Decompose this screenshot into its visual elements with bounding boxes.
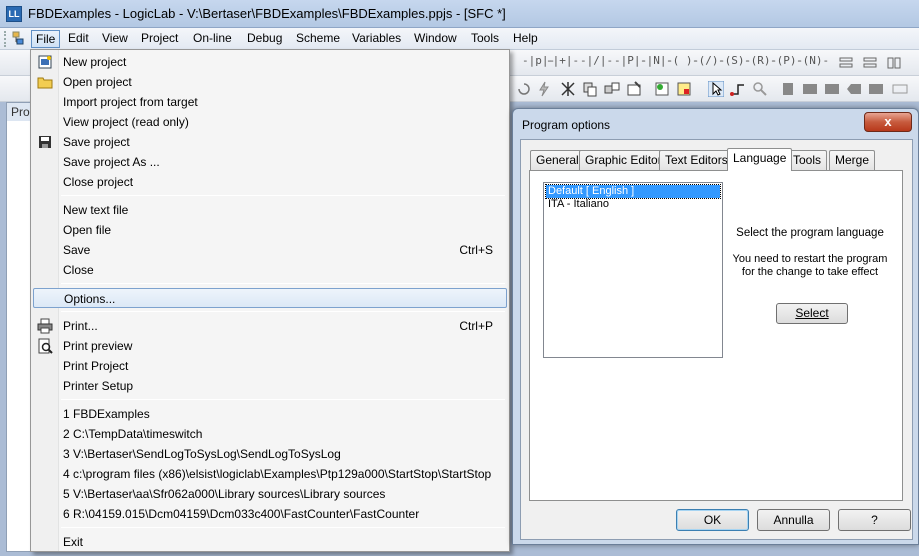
menu-item-save-project[interactable]: Save project xyxy=(33,132,507,152)
ok-button[interactable]: OK xyxy=(676,509,749,531)
menu-separator xyxy=(61,195,505,196)
menu-variables[interactable]: Variables xyxy=(348,30,405,48)
menu-bar: File Edit View Project On-line Debug Sch… xyxy=(0,28,919,50)
pointer-arrow-icon[interactable] xyxy=(708,81,724,97)
menu-item-close[interactable]: Close xyxy=(33,260,507,280)
menu-view[interactable]: View xyxy=(98,30,132,48)
menu-item-new-project[interactable]: New project xyxy=(33,52,507,72)
menu-item-printer-setup[interactable]: Printer Setup xyxy=(33,376,507,396)
menu-item-recent-2[interactable]: 2 C:\TempData\timeswitch xyxy=(33,424,507,444)
dialog-title: Program options xyxy=(522,118,611,132)
ladder-contact-icon[interactable]: -|+|- xyxy=(546,54,579,67)
block-red-icon[interactable] xyxy=(676,81,692,97)
layout-cols-icon[interactable] xyxy=(886,55,902,71)
program-options-dialog: Program options x General Graphic Editor… xyxy=(512,108,919,545)
save-shortcut: Ctrl+S xyxy=(459,243,493,257)
network-icon[interactable] xyxy=(560,81,576,97)
menu-online[interactable]: On-line xyxy=(189,30,236,48)
open-folder-icon xyxy=(37,77,53,89)
menu-item-open-file[interactable]: Open file xyxy=(33,220,507,240)
print-shortcut: Ctrl+P xyxy=(459,319,493,333)
menu-item-recent-3[interactable]: 3 V:\Bertaser\SendLogToSysLog\SendLogToS… xyxy=(33,444,507,464)
menu-help[interactable]: Help xyxy=(509,30,542,48)
cancel-button[interactable]: Annulla xyxy=(757,509,830,531)
lightning-icon[interactable] xyxy=(536,81,552,97)
app-icon: LL xyxy=(6,6,22,22)
tab-graphic-editor[interactable]: Graphic Editor xyxy=(579,150,668,170)
connect-wire-icon[interactable] xyxy=(730,81,746,97)
menu-item-options[interactable]: Options... xyxy=(33,288,507,308)
menu-item-recent-1[interactable]: 1 FBDExamples xyxy=(33,404,507,424)
menu-edit[interactable]: Edit xyxy=(64,30,93,48)
ladder-coil-neg-edge-icon[interactable]: -(N)- xyxy=(796,54,829,67)
tab-language[interactable]: Language xyxy=(727,148,793,171)
menu-file[interactable]: File xyxy=(31,30,61,48)
layout-icon[interactable] xyxy=(838,55,854,71)
select-button[interactable]: Select xyxy=(776,303,848,324)
save-icon xyxy=(39,136,51,148)
tab-merge[interactable]: Merge xyxy=(829,150,876,170)
tab-tools[interactable]: Tools xyxy=(787,150,828,170)
menu-scheme[interactable]: Scheme xyxy=(292,30,344,48)
variable-icon[interactable] xyxy=(802,81,818,97)
restart-note-line1: You need to restart the program xyxy=(732,253,888,265)
menu-separator xyxy=(61,311,505,312)
dialog-client: General Graphic Editor Text Editors Lang… xyxy=(520,139,913,540)
menu-separator xyxy=(61,283,505,284)
copy-block-icon[interactable] xyxy=(582,81,598,97)
menu-item-new-text-file[interactable]: New text file xyxy=(33,200,507,220)
help-button[interactable]: ? xyxy=(838,509,911,531)
zoom-icon[interactable] xyxy=(752,81,768,97)
block-gray-icon[interactable] xyxy=(780,81,796,97)
ladder-contact-neg-icon[interactable]: -|/|- xyxy=(580,54,613,67)
layout-rows-icon[interactable] xyxy=(862,55,878,71)
menu-item-save[interactable]: Save Ctrl+S xyxy=(33,240,507,260)
menu-item-import-project[interactable]: Import project from target xyxy=(33,92,507,112)
menubar-grip[interactable] xyxy=(4,31,7,47)
jump-icon[interactable] xyxy=(868,81,884,97)
menu-debug[interactable]: Debug xyxy=(243,30,286,48)
language-tab-page: Default [ English ] ITA - Italiano Selec… xyxy=(529,170,903,501)
language-option[interactable]: Default [ English ] xyxy=(545,184,721,199)
comment-icon[interactable] xyxy=(892,81,908,97)
menu-item-recent-4[interactable]: 4 c:\program files (x86)\elsist\logiclab… xyxy=(33,464,507,484)
menu-item-open-project[interactable]: Open project xyxy=(33,72,507,92)
language-option[interactable]: ITA - Italiano xyxy=(546,198,720,211)
menu-item-save-project-as[interactable]: Save project As ... xyxy=(33,152,507,172)
menu-item-print-project[interactable]: Print Project xyxy=(33,356,507,376)
language-listbox[interactable]: Default [ English ] ITA - Italiano xyxy=(543,182,723,358)
menu-window[interactable]: Window xyxy=(410,30,461,48)
new-project-icon xyxy=(38,55,52,69)
add-green-icon[interactable] xyxy=(654,81,670,97)
menu-separator xyxy=(61,399,505,400)
tab-text-editors[interactable]: Text Editors xyxy=(659,150,734,170)
menu-item-close-project[interactable]: Close project xyxy=(33,172,507,192)
file-menu: New project Open project Import project … xyxy=(30,49,510,552)
print-preview-icon xyxy=(38,338,53,354)
undo-arrow-icon[interactable] xyxy=(515,81,531,97)
menu-item-exit[interactable]: Exit xyxy=(33,532,507,552)
dialog-close-button[interactable]: x xyxy=(864,112,912,132)
menu-item-recent-6[interactable]: 6 R:\04159.015\Dcm04159\Dcm033c400\FastC… xyxy=(33,504,507,524)
language-prompt: Select the program language xyxy=(736,227,884,239)
return-icon[interactable] xyxy=(846,81,862,97)
menu-project[interactable]: Project xyxy=(137,30,182,48)
title-bar: LL FBDExamples - LogicLab - V:\Bertaser\… xyxy=(0,0,919,28)
properties-icon[interactable] xyxy=(626,81,642,97)
restart-note-line2: for the change to take effect xyxy=(741,266,879,278)
window-title: FBDExamples - LogicLab - V:\Bertaser\FBD… xyxy=(28,6,506,21)
constant-icon[interactable] xyxy=(824,81,840,97)
menu-tools[interactable]: Tools xyxy=(467,30,503,48)
menu-item-print-preview[interactable]: Print preview xyxy=(33,336,507,356)
menu-item-view-project[interactable]: View project (read only) xyxy=(33,112,507,132)
menu-item-recent-5[interactable]: 5 V:\Bertaser\aa\Sfr062a000\Library sour… xyxy=(33,484,507,504)
close-icon: x xyxy=(884,114,892,129)
mdi-child-icon[interactable] xyxy=(12,31,28,47)
printer-icon xyxy=(37,318,53,334)
blocks-icon[interactable] xyxy=(604,81,620,97)
menu-separator xyxy=(61,527,505,528)
menu-item-print[interactable]: Print... Ctrl+P xyxy=(33,316,507,336)
tab-general[interactable]: General xyxy=(530,150,585,170)
